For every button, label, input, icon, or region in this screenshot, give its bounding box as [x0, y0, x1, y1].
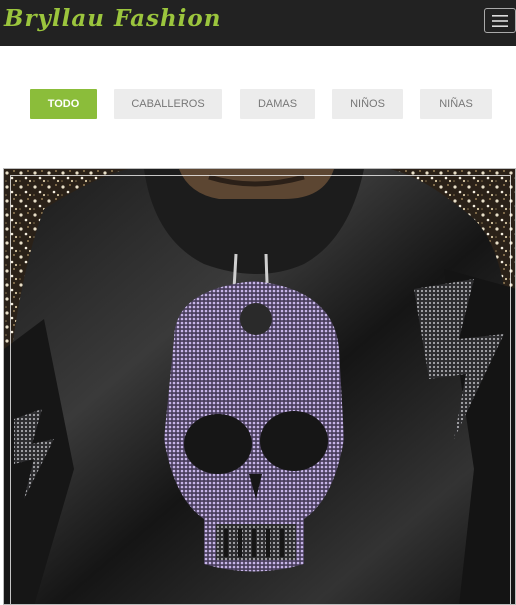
filter-caballeros-button[interactable]: CABALLEROS — [114, 89, 222, 119]
product-image[interactable] — [3, 168, 516, 605]
filter-todo-button[interactable]: TODO — [30, 89, 97, 119]
brand-title[interactable]: Bryllau Fashion — [4, 5, 221, 32]
menu-toggle-button[interactable] — [484, 8, 516, 33]
hoodie-photo — [4, 169, 515, 604]
navbar: Bryllau Fashion — [0, 0, 516, 46]
filter-ninos-button[interactable]: NIÑOS — [332, 89, 403, 119]
filter-ninas-button[interactable]: NIÑAS — [420, 89, 492, 119]
category-filter-bar: TODO CABALLEROS DAMAS NIÑOS NIÑAS — [0, 89, 516, 119]
filter-damas-button[interactable]: DAMAS — [240, 89, 315, 119]
hamburger-icon — [492, 14, 508, 27]
